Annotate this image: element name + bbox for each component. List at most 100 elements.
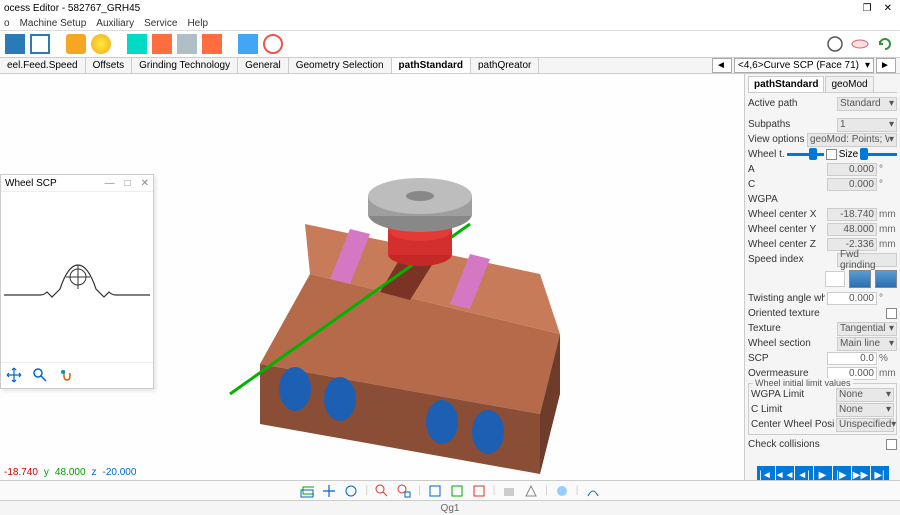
teal-icon[interactable] [126,33,148,55]
subpaths-select[interactable]: 1▾ [837,118,897,132]
wheel-sect-select[interactable]: Main line▾ [837,337,897,351]
bt-view2-icon[interactable] [449,483,465,499]
panel-minimize-icon[interactable]: — [105,178,115,189]
wheel-t-check[interactable] [826,149,837,160]
wheel-icon[interactable] [824,33,846,55]
menu-item[interactable]: o [4,18,10,29]
bt-move-icon[interactable] [321,483,337,499]
grey-icon[interactable] [176,33,198,55]
wgpa-label: WGPA [748,194,897,205]
twist-field[interactable]: 0.000 [827,292,877,305]
speed-idx-select[interactable]: Fwd grinding [837,253,897,267]
tool-btn-b[interactable] [849,270,871,288]
coordinates-readout: -18.740 y 48.000 z -20.000 [0,465,140,480]
tool-btn-a[interactable] [825,271,845,287]
player-first-icon[interactable]: |◄ [757,466,775,480]
orient-checkbox[interactable] [886,308,897,319]
bt-misc1-icon[interactable] [501,483,517,499]
bt-rotate-icon[interactable] [343,483,359,499]
speed-idx-label: Speed index [748,254,835,265]
blue-icon[interactable] [237,33,259,55]
rp-tab-pathstandard[interactable]: pathStandard [748,76,824,92]
touch-icon[interactable] [55,364,77,386]
main-toolbar [0,31,900,57]
zoom-icon[interactable] [29,364,51,386]
target-icon[interactable] [262,33,284,55]
menu-item[interactable]: Service [144,18,177,29]
player-step-back-icon[interactable]: ◄| [795,466,813,480]
menu-item[interactable]: Help [187,18,208,29]
player-last-icon[interactable]: ▶| [871,466,889,480]
wheel-t-slider[interactable] [787,153,824,156]
grid-icon[interactable] [4,33,26,55]
orange2-icon[interactable] [201,33,223,55]
viewopt-select[interactable]: geoMod: Points; Wheel ...▾ [807,133,897,147]
active-path-select[interactable]: Standard▾ [837,97,897,111]
panel-maximize-icon[interactable]: □ [125,178,131,189]
wheel-profile-canvas[interactable] [1,192,153,362]
wcy-label: Wheel center Y [748,224,825,235]
move-icon[interactable] [3,364,25,386]
tab-bar: eel.Feed.Speed Offsets Grinding Technolo… [0,57,900,74]
menu-item[interactable]: Machine Setup [20,18,87,29]
bt-view3-icon[interactable] [471,483,487,499]
tab-offsets[interactable]: Offsets [86,58,133,73]
wcy-field[interactable]: 48.000 [827,223,877,236]
sun-icon[interactable] [90,33,112,55]
bt-misc2-icon[interactable] [523,483,539,499]
coord-x: -18.740 [4,467,38,478]
bt-zoom-in-icon[interactable] [374,483,390,499]
rp-tab-geomod[interactable]: geoMod [825,76,873,92]
window-restore-icon[interactable]: ❐ [863,3,872,14]
bt-misc3-icon[interactable] [554,483,570,499]
tab-feed-speed[interactable]: eel.Feed.Speed [0,58,86,73]
calendar-icon[interactable] [29,33,51,55]
cloud-icon[interactable] [849,33,871,55]
player-play-icon[interactable]: ▶ [814,466,832,480]
panel-close-icon[interactable]: ✕ [141,178,149,189]
size-slider[interactable] [860,153,897,156]
player-step-fwd-icon[interactable]: |▶ [833,466,851,480]
wheel-scp-panel: Wheel SCP — □ ✕ [0,174,154,389]
c-lim-label: C Limit [751,404,834,415]
subpaths-label: Subpaths [748,119,835,130]
active-path-label: Active path [748,98,835,109]
size-label: Size [839,149,858,160]
curve-selector[interactable]: <4,6>Curve SCP (Face 71)▾ [734,58,874,73]
properties-panel: pathStandard geoMod Active pathStandard▾… [744,74,900,480]
window-close-icon[interactable]: ✕ [884,3,892,14]
coord-y-label: y [44,467,49,478]
nav-prev[interactable]: ◄ [712,58,732,73]
refresh-icon[interactable] [874,33,896,55]
wcx-field[interactable]: -18.740 [827,208,877,221]
tab-pathstandard[interactable]: pathStandard [392,58,471,73]
tab-general[interactable]: General [238,58,289,73]
player-rewind-icon[interactable]: ◄◄ [776,466,794,480]
bt-layers-icon[interactable] [299,483,315,499]
scp-field[interactable]: 0.0 [827,352,877,365]
c-lim-select[interactable]: None▾ [836,403,894,417]
bt-misc4-icon[interactable] [585,483,601,499]
c-field[interactable]: 0.000 [827,178,877,191]
check-col-checkbox[interactable] [886,439,897,450]
wgpa-lim-select[interactable]: None▾ [836,388,894,402]
orange-icon[interactable] [65,33,87,55]
nav-next[interactable]: ► [876,58,896,73]
tab-pathqreator[interactable]: pathQreator [471,58,539,73]
tab-grinding[interactable]: Grinding Technology [132,58,238,73]
texture-select[interactable]: Tangential▾ [837,322,897,336]
orange-square-icon[interactable] [151,33,173,55]
bt-zoom-fit-icon[interactable] [396,483,412,499]
a-field[interactable]: 0.000 [827,163,877,176]
texture-label: Texture [748,323,835,334]
bottom-toolbar: | | | | | [0,480,900,500]
menu-item[interactable]: Auxiliary [96,18,134,29]
3d-viewport[interactable]: Wheel SCP — □ ✕ [0,74,744,480]
tool-btn-c[interactable] [875,270,897,288]
bt-view1-icon[interactable] [427,483,443,499]
tab-geometry[interactable]: Geometry Selection [289,58,392,73]
cwp-select[interactable]: Unspecified▾ [836,418,894,432]
player-ffwd-icon[interactable]: ▶▶ [852,466,870,480]
coord-z: -20.000 [103,467,137,478]
check-col-label: Check collisions [748,439,884,450]
